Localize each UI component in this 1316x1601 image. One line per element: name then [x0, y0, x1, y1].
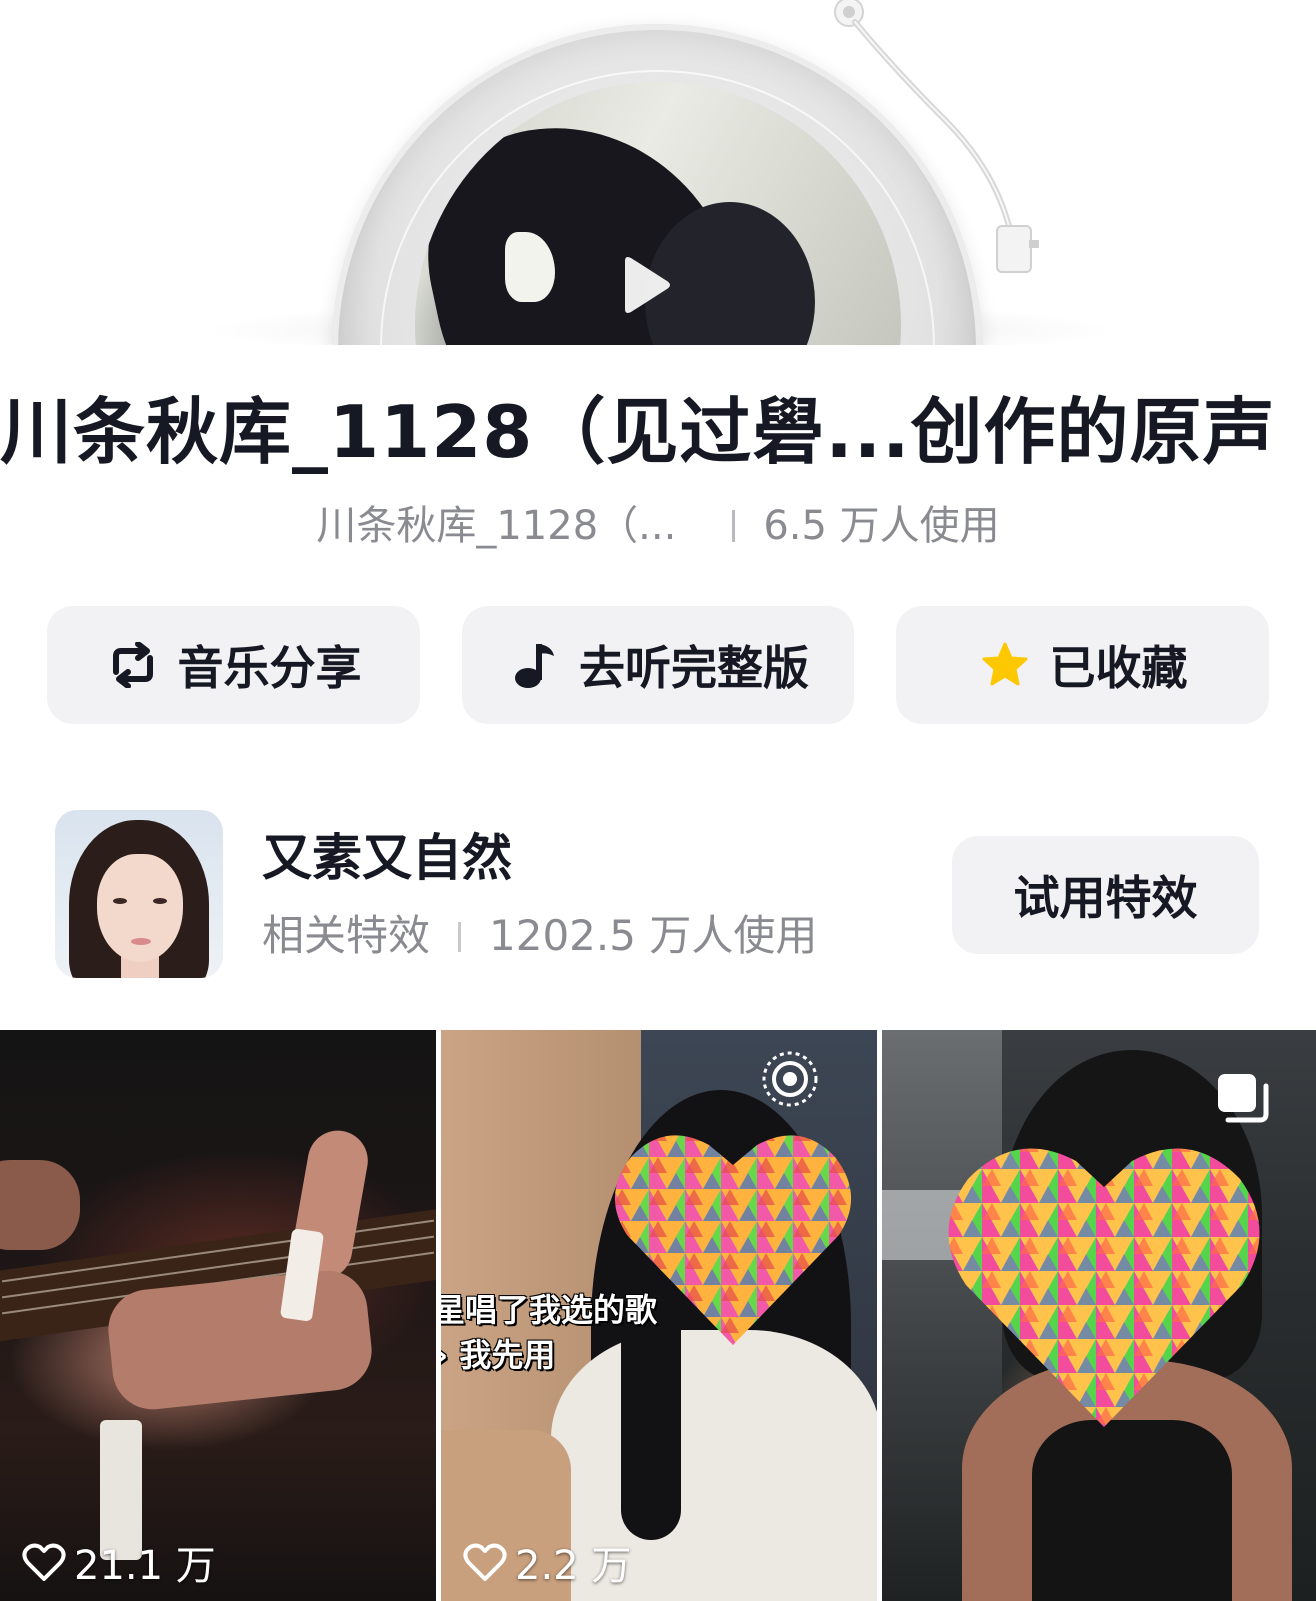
tile-shape: [0, 1160, 80, 1250]
divider: [732, 510, 736, 542]
tile-shape: [104, 1266, 376, 1414]
effect-name[interactable]: 又素又自然: [262, 826, 512, 890]
video-likes-count: 2.2 万: [515, 1543, 632, 1589]
video-tile[interactable]: 星唱了我选的歌 › 我先用 2.2 万: [441, 1030, 877, 1601]
tonearm-icon: [834, 0, 1039, 273]
music-note-icon: [507, 638, 561, 692]
privacy-heart-mask: [948, 1148, 1260, 1427]
music-share-button[interactable]: 音乐分享: [47, 606, 420, 724]
music-usage-count: 6.5 万人使用: [763, 503, 1000, 549]
effect-thumbnail[interactable]: [55, 810, 223, 978]
video-tile[interactable]: 21.1 万: [0, 1030, 436, 1601]
try-effect-button[interactable]: 试用特效: [952, 836, 1259, 954]
music-actions: 音乐分享 去听完整版 已收藏: [0, 606, 1316, 724]
thumb-shape: [131, 938, 151, 945]
photo-stack-icon[interactable]: [1216, 1072, 1274, 1124]
video-caption-line: › 我先用: [441, 1336, 556, 1374]
music-author[interactable]: 川条秋库_1128（...: [316, 503, 676, 549]
listen-full-version-label: 去听完整版: [579, 641, 809, 695]
heart-outline-icon: [22, 1543, 66, 1581]
music-meta: 川条秋库_1128（... 6.5 万人使用: [0, 498, 1316, 554]
video-caption-line: 星唱了我选的歌: [441, 1291, 658, 1329]
music-cover-section: [0, 0, 1316, 345]
thumb-shape: [97, 854, 183, 962]
effect-meta: 相关特效 1202.5 万人使用: [262, 908, 817, 964]
video-likes: 2.2 万: [463, 1533, 631, 1591]
repost-arrows-icon: [106, 638, 160, 692]
star-icon: [978, 638, 1032, 692]
effect-type-label: 相关特效: [262, 911, 431, 960]
favorite-button[interactable]: 已收藏: [896, 606, 1269, 724]
music-share-label: 音乐分享: [177, 641, 362, 695]
effect-usage-count: 1202.5 万人使用: [489, 911, 818, 960]
favorite-label: 已收藏: [1049, 641, 1188, 695]
video-likes-count: 21.1 万: [74, 1543, 216, 1589]
tile-shape: [1032, 1420, 1232, 1601]
listen-full-version-button[interactable]: 去听完整版: [462, 606, 854, 724]
video-likes: 21.1 万: [22, 1533, 216, 1591]
video-grid: 21.1 万 星唱了我选的歌 › 我先用 2.2 万: [0, 1030, 1316, 1601]
video-tile[interactable]: [882, 1030, 1316, 1601]
thumb-shape: [153, 898, 167, 904]
heart-outline-icon: [463, 1543, 507, 1581]
play-icon[interactable]: [617, 255, 673, 315]
music-title: 川条秋库_1128（见过礐...创作的原声: [0, 390, 1276, 474]
live-broadcast-icon[interactable]: [759, 1048, 821, 1110]
divider: [458, 922, 462, 952]
thumb-shape: [113, 898, 127, 904]
